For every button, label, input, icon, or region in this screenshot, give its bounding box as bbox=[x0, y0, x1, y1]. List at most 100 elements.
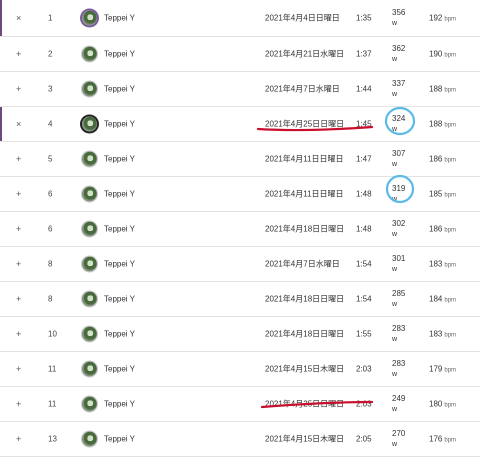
athlete-name[interactable]: Teppei Y bbox=[104, 225, 135, 234]
heart-rate: 184 bpm bbox=[429, 295, 456, 304]
table-row[interactable]: + 13 Teppei Y 2021年4月15日木曜日 2:05 270 w 17… bbox=[0, 422, 480, 457]
activity-date[interactable]: 2021年4月15日木曜日 bbox=[265, 364, 344, 375]
power-unit: w bbox=[392, 56, 398, 63]
heart-rate-value: 188 bbox=[429, 84, 443, 94]
heart-rate: 190 bpm bbox=[429, 50, 456, 59]
athlete-name[interactable]: Teppei Y bbox=[104, 50, 135, 59]
power: 307 w bbox=[392, 148, 405, 170]
athlete-name[interactable]: Teppei Y bbox=[104, 330, 135, 339]
expand-icon[interactable]: + bbox=[16, 224, 21, 234]
heart-rate-unit: bpm bbox=[444, 192, 457, 199]
elapsed-time: 2:03 bbox=[356, 364, 372, 374]
table-row[interactable]: + 2 Teppei Y 2021年4月21日水曜日 1:37 362 w 190… bbox=[0, 37, 480, 72]
expand-icon[interactable]: + bbox=[16, 84, 21, 94]
expand-icon[interactable]: + bbox=[16, 329, 21, 339]
heart-rate: 183 bpm bbox=[429, 330, 456, 339]
avatar bbox=[82, 326, 97, 342]
activity-date[interactable]: 2021年4月4日日曜日 bbox=[265, 13, 340, 24]
table-row[interactable]: + 8 Teppei Y 2021年4月18日日曜日 1:54 285 w 184… bbox=[0, 282, 480, 317]
power-value: 362 bbox=[392, 44, 406, 53]
elapsed-time: 1:54 bbox=[356, 259, 372, 269]
avatar bbox=[82, 186, 97, 202]
table-row[interactable]: + 3 Teppei Y 2021年4月7日水曜日 1:44 337 w 188 b… bbox=[0, 72, 480, 107]
activity-date[interactable]: 2021年4月7日水曜日 bbox=[265, 84, 340, 95]
activity-date[interactable]: 2021年4月18日日曜日 bbox=[265, 329, 344, 340]
expand-icon[interactable]: + bbox=[16, 399, 21, 409]
table-row[interactable]: + 5 Teppei Y 2021年4月11日日曜日 1:47 307 w 186… bbox=[0, 142, 480, 177]
avatar bbox=[82, 151, 97, 167]
power-value: 324 bbox=[392, 114, 406, 123]
expand-icon[interactable]: + bbox=[16, 364, 21, 374]
heart-rate: 185 bpm bbox=[429, 190, 456, 199]
rank: 11 bbox=[48, 399, 57, 409]
athlete-name[interactable]: Teppei Y bbox=[104, 155, 135, 164]
expand-icon[interactable]: + bbox=[16, 434, 21, 444]
athlete-name[interactable]: Teppei Y bbox=[104, 190, 135, 199]
heart-rate-value: 190 bbox=[429, 49, 443, 59]
expand-icon[interactable]: + bbox=[16, 189, 21, 199]
table-row[interactable]: + 11 Teppei Y 2021年4月15日木曜日 2:03 283 w 17… bbox=[0, 352, 480, 387]
athlete-name[interactable]: Teppei Y bbox=[104, 85, 135, 94]
expand-icon[interactable]: + bbox=[16, 259, 21, 269]
avatar bbox=[82, 116, 97, 132]
power-unit: w bbox=[392, 336, 398, 343]
power-value: 285 bbox=[392, 289, 406, 298]
rank: 6 bbox=[48, 224, 53, 234]
activity-date[interactable]: 2021年4月11日日曜日 bbox=[265, 154, 344, 165]
activity-date[interactable]: 2021年4月25日日曜日 bbox=[265, 119, 344, 130]
table-row[interactable]: + 11 Teppei Y 2021年4月25日日曜日 2:03 249 w 18… bbox=[0, 387, 480, 422]
elapsed-time: 1:55 bbox=[356, 329, 372, 339]
activity-date[interactable]: 2021年4月18日日曜日 bbox=[265, 224, 344, 235]
avatar bbox=[82, 396, 97, 412]
heart-rate-unit: bpm bbox=[444, 52, 457, 59]
table-row[interactable]: + 6 Teppei Y 2021年4月18日日曜日 1:48 302 w 186… bbox=[0, 212, 480, 247]
rank: 8 bbox=[48, 294, 53, 304]
heart-rate: 176 bpm bbox=[429, 435, 456, 444]
table-row[interactable]: × 4 Teppei Y 2021年4月25日日曜日 1:45 324 w 188… bbox=[0, 107, 480, 142]
athlete-name[interactable]: Teppei Y bbox=[104, 295, 135, 304]
athlete-name[interactable]: Teppei Y bbox=[104, 120, 135, 129]
athlete-name[interactable]: Teppei Y bbox=[104, 400, 135, 409]
power-unit: w bbox=[392, 301, 398, 308]
rank: 2 bbox=[48, 49, 53, 59]
heart-rate-unit: bpm bbox=[444, 367, 457, 374]
athlete-name[interactable]: Teppei Y bbox=[104, 365, 135, 374]
activity-date[interactable]: 2021年4月18日日曜日 bbox=[265, 294, 344, 305]
heart-rate-value: 186 bbox=[429, 154, 443, 164]
heart-rate-unit: bpm bbox=[444, 227, 457, 234]
power: 283 w bbox=[392, 323, 405, 345]
heart-rate-value: 188 bbox=[429, 119, 443, 129]
power: 249 w bbox=[392, 393, 405, 415]
power: 324 w bbox=[392, 113, 405, 135]
activity-date[interactable]: 2021年4月15日木曜日 bbox=[265, 434, 344, 445]
power-unit: w bbox=[392, 231, 398, 238]
rank: 6 bbox=[48, 189, 53, 199]
expand-icon[interactable]: + bbox=[16, 49, 21, 59]
heart-rate-value: 179 bbox=[429, 364, 443, 374]
activity-date[interactable]: 2021年4月11日日曜日 bbox=[265, 189, 344, 200]
heart-rate-unit: bpm bbox=[444, 262, 457, 269]
elapsed-time: 1:48 bbox=[356, 189, 372, 199]
athlete-name[interactable]: Teppei Y bbox=[104, 435, 135, 444]
athlete-name[interactable]: Teppei Y bbox=[104, 14, 135, 23]
table-row[interactable]: + 10 Teppei Y 2021年4月18日日曜日 1:55 283 w 18… bbox=[0, 317, 480, 352]
table-row[interactable]: + 6 Teppei Y 2021年4月11日日曜日 1:48 319 w 185… bbox=[0, 177, 480, 212]
collapse-icon[interactable]: × bbox=[16, 119, 21, 129]
elapsed-time: 1:37 bbox=[356, 49, 372, 59]
activity-date[interactable]: 2021年4月7日水曜日 bbox=[265, 259, 340, 270]
collapse-icon[interactable]: × bbox=[16, 13, 21, 23]
elapsed-time: 2:03 bbox=[356, 399, 372, 409]
avatar bbox=[82, 291, 97, 307]
power-value: 283 bbox=[392, 359, 406, 368]
avatar bbox=[82, 361, 97, 377]
activity-date[interactable]: 2021年4月21日水曜日 bbox=[265, 49, 344, 60]
power: 270 w bbox=[392, 428, 405, 450]
table-row[interactable]: × 1 Teppei Y 2021年4月4日日曜日 1:35 356 w 192 b… bbox=[0, 0, 480, 37]
power-value: 307 bbox=[392, 149, 406, 158]
table-row[interactable]: + 8 Teppei Y 2021年4月7日水曜日 1:54 301 w 183 b… bbox=[0, 247, 480, 282]
expand-icon[interactable]: + bbox=[16, 154, 21, 164]
rank: 1 bbox=[48, 13, 53, 23]
athlete-name[interactable]: Teppei Y bbox=[104, 260, 135, 269]
expand-icon[interactable]: + bbox=[16, 294, 21, 304]
activity-date[interactable]: 2021年4月25日日曜日 bbox=[265, 399, 344, 410]
